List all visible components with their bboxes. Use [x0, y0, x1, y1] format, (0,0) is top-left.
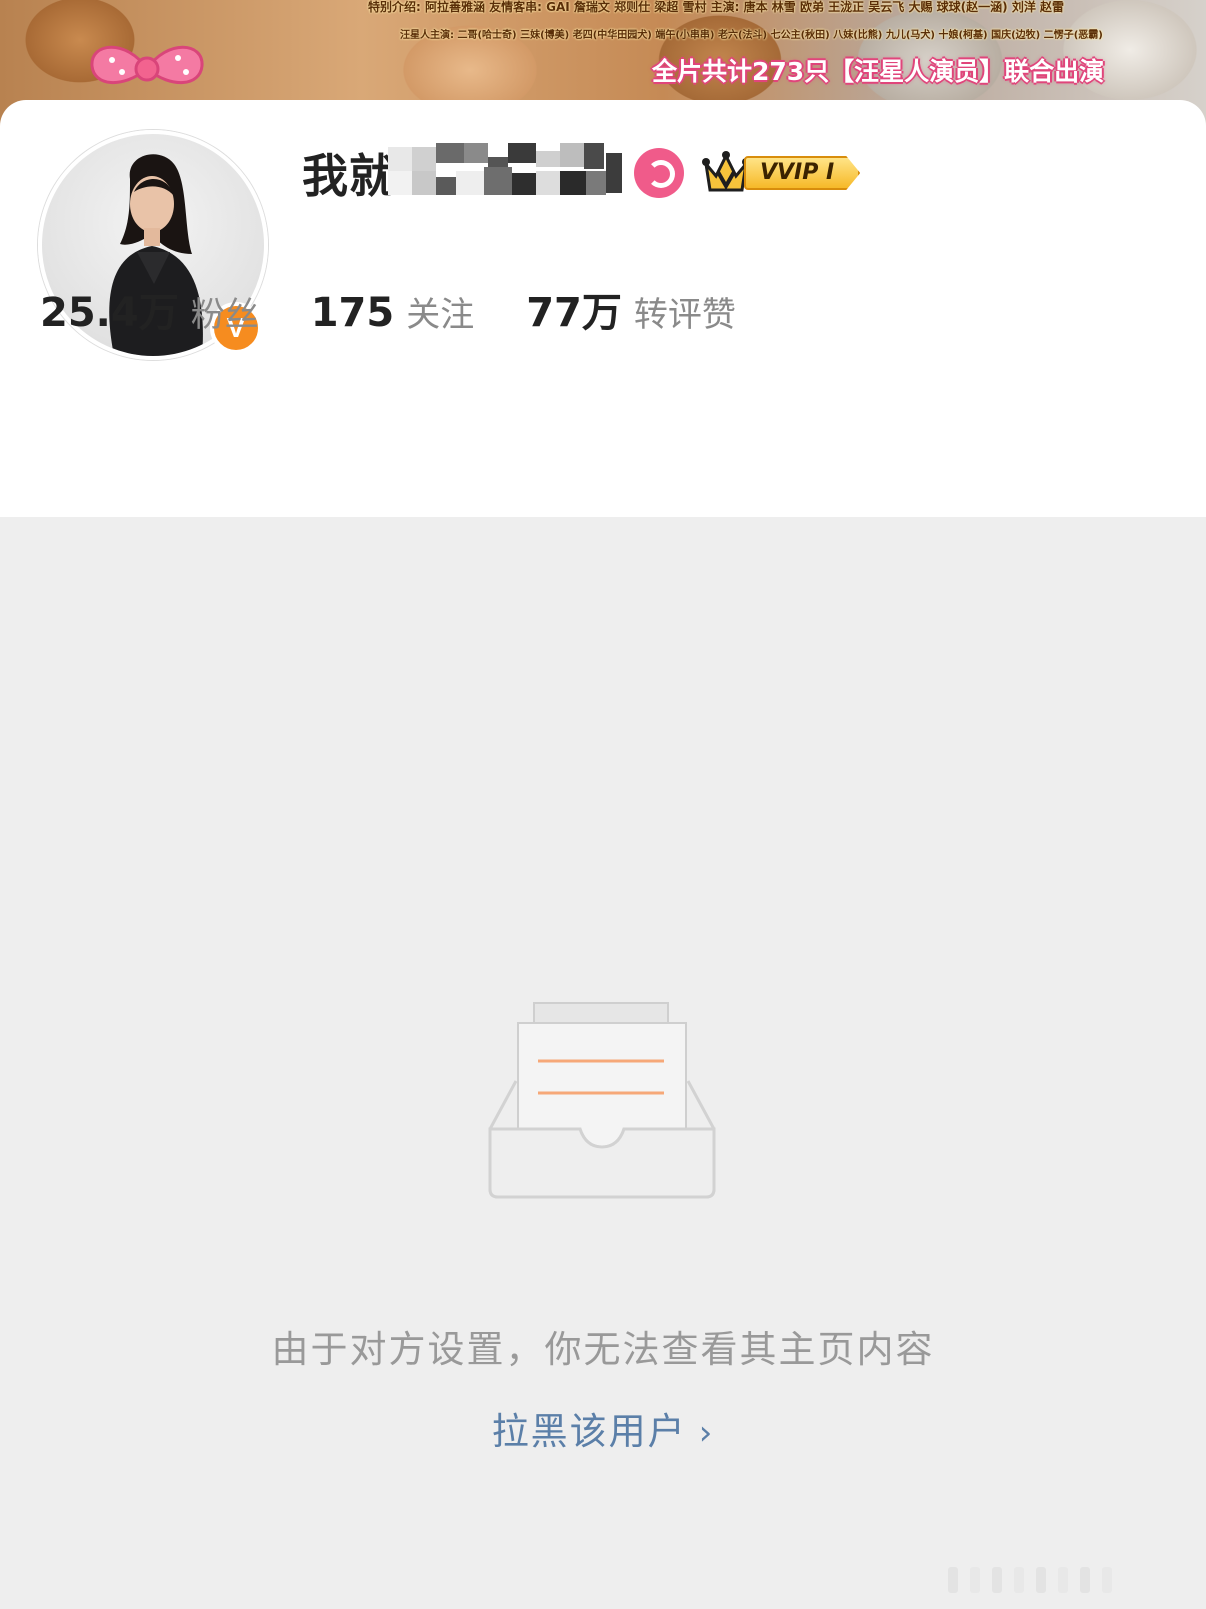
profile-stats: 25.4万 粉丝 175 关注 77万 转评赞: [40, 280, 788, 338]
username-mosaic: [388, 143, 628, 203]
stat-following[interactable]: 175 关注: [311, 287, 475, 336]
username-row: 我就 VVIP I: [302, 138, 861, 208]
privacy-restriction-message: 由于对方设置，你无法查看其主页内容: [271, 1328, 935, 1371]
interactions-count: 77万: [526, 290, 622, 336]
stat-followers[interactable]: 25.4万 粉丝: [40, 280, 259, 338]
bottom-scroll-indicator: [948, 1567, 1112, 1593]
block-user-label: 拉黑该用户: [491, 1410, 687, 1453]
bow-decoration-icon: [90, 45, 204, 85]
banner-credits-line: 特别介绍: 阿拉善雅涵 友情客串: GAI 詹瑞文 郑则仕 梁超 雪村 主演: …: [368, 0, 1064, 14]
stat-interactions[interactable]: 77万 转评赞: [526, 280, 736, 338]
crown-icon: [702, 151, 750, 192]
block-user-link[interactable]: 拉黑该用户 ›: [0, 1401, 1206, 1455]
chevron-right-icon: ›: [698, 1413, 715, 1453]
following-label: 关注: [406, 295, 475, 335]
profile-page: 特别介绍: 阿拉善雅涵 友情客串: GAI 詹瑞文 郑则仕 梁超 雪村 主演: …: [0, 0, 1206, 1609]
followers-label: 粉丝: [190, 295, 259, 335]
banner-cast-line: 汪星人主演: 二哥(哈士奇) 三妹(博美) 老四(中华田园犬) 端午(小串串) …: [400, 30, 1103, 41]
empty-inbox-icon: [488, 1002, 716, 1199]
banner-tagline: 全片共计273只【汪星人演员】联合出演: [652, 57, 1105, 86]
vip-level-label: VVIP I: [744, 156, 861, 190]
member-badge-icon[interactable]: [634, 148, 684, 198]
following-count: 175: [310, 290, 395, 336]
username: 我就: [302, 149, 396, 203]
interactions-label: 转评赞: [633, 295, 736, 335]
empty-state: 由于对方设置，你无法查看其主页内容 拉黑该用户 ›: [0, 517, 1206, 1609]
vip-badge[interactable]: VVIP I: [702, 150, 861, 196]
profile-card: V 我就 VVIP I 25.4万 粉丝 175 关注 77万 转评赞: [0, 45, 1206, 517]
followers-count: 25.4万: [40, 290, 179, 336]
